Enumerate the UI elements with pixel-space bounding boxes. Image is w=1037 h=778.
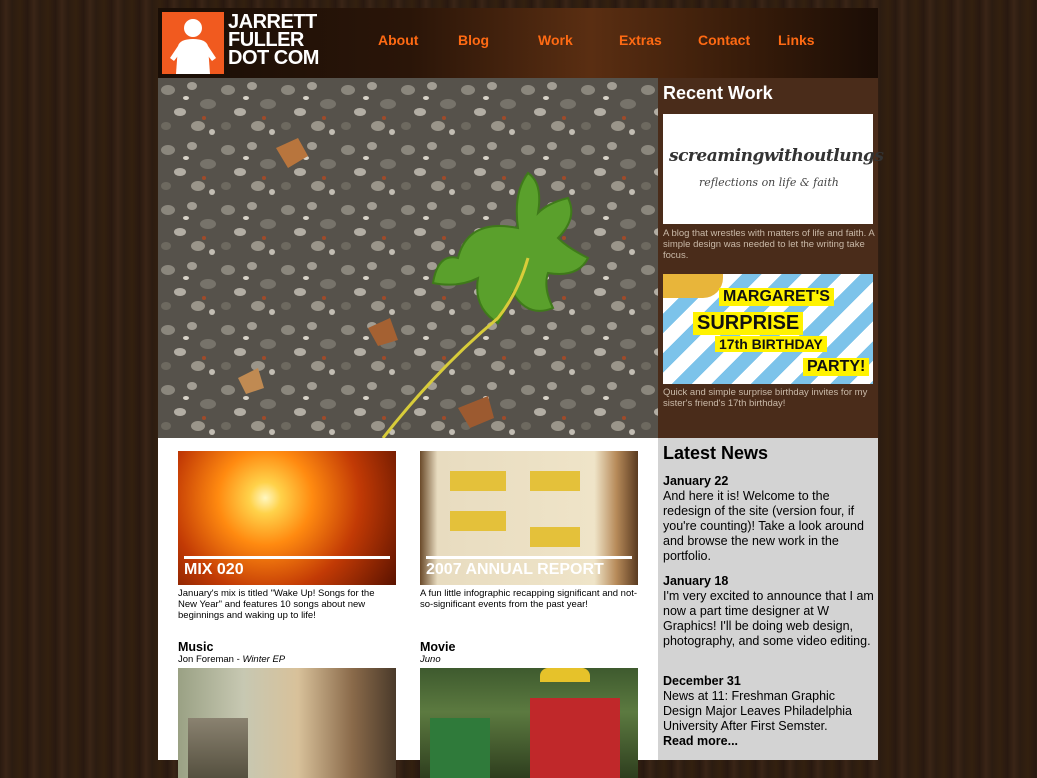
news-item: January 18 I'm very excited to announce … — [663, 574, 877, 649]
person-silhouette-icon — [170, 19, 216, 74]
birthday-line-3: 17th BIRTHDAY — [715, 336, 827, 352]
feature-annual-report-desc: A fun little infographic recapping signi… — [420, 588, 638, 610]
birthday-line-2: SURPRISE — [693, 312, 804, 335]
feature-mix-bar — [184, 556, 390, 559]
work-thumb-birthday[interactable]: MARGARET'S SURPRISE 17th BIRTHDAY PARTY! — [663, 274, 873, 384]
red-hoodie-graphic — [530, 698, 620, 778]
media-movie-heading: Movie — [420, 640, 456, 654]
work-desc-birthday: Quick and simple surprise birthday invit… — [663, 387, 868, 409]
logo-link[interactable] — [162, 12, 224, 74]
nav-blog[interactable]: Blog — [458, 32, 489, 48]
report-block-1 — [450, 471, 506, 491]
latest-news-panel: Latest News January 22 And here it is! W… — [658, 438, 878, 760]
news-date: January 22 — [663, 474, 729, 488]
news-date: January 18 — [663, 574, 729, 588]
report-block-4 — [530, 527, 580, 547]
logo-wordmark[interactable]: JARRETT FULLER DOT COM — [228, 12, 319, 69]
nav-contact[interactable]: Contact — [698, 32, 750, 48]
news-item: January 22 And here it is! Welcome to th… — [663, 474, 877, 564]
recent-work-heading: Recent Work — [663, 83, 773, 103]
feature-mix: MIX 020 January's mix is titled "Wake Up… — [178, 451, 396, 621]
feature-mix-thumb[interactable]: MIX 020 — [178, 451, 396, 585]
work-thumb-screaming-subtitle: reflections on life & faith — [699, 176, 839, 189]
news-text: I'm very excited to announce that I am n… — [663, 589, 874, 648]
feature-annual-report-thumb[interactable]: 2007 ANNUAL REPORT — [420, 451, 638, 585]
nav-about[interactable]: About — [378, 32, 418, 48]
feature-annual-report: 2007 ANNUAL REPORT A fun little infograp… — [420, 451, 638, 610]
site-header: JARRETT FULLER DOT COM About Blog Work E… — [158, 8, 878, 78]
birthday-line-4: PARTY! — [803, 358, 870, 376]
nav-links[interactable]: Links — [778, 32, 815, 48]
work-thumb-screaming-title: screamingwithoutlungs — [669, 146, 884, 166]
report-block-3 — [450, 511, 506, 531]
feature-annual-report-bar — [426, 556, 632, 559]
crown-graphic — [663, 274, 723, 298]
recent-work-panel: Recent Work screamingwithoutlungs reflec… — [658, 78, 884, 438]
media-music-byline: Jon Foreman - Winter EP — [178, 654, 396, 665]
media-music-work: Winter EP — [242, 654, 286, 665]
media-music-heading: Music — [178, 640, 214, 654]
feature-mix-desc: January's mix is titled "Wake Up! Songs … — [178, 588, 375, 621]
media-music-artist: Jon Foreman — [178, 654, 234, 665]
media-movie-thumb[interactable] — [420, 668, 638, 778]
media-music-thumb[interactable] — [178, 668, 396, 778]
news-item: December 31 News at 11: Freshman Graphic… — [663, 674, 877, 749]
feature-mix-title: MIX 020 — [184, 561, 244, 578]
birthday-line-1: MARGARET'S — [719, 288, 834, 306]
work-desc-screaming: A blog that wrestles with matters of lif… — [663, 228, 875, 261]
work-thumb-screaming[interactable]: screamingwithoutlungs reflections on lif… — [663, 114, 884, 224]
green-jacket-graphic — [430, 718, 490, 778]
latest-news-heading: Latest News — [663, 443, 769, 463]
news-text: News at 11: Freshman Graphic Design Majo… — [663, 689, 853, 733]
feature-annual-report-title: 2007 ANNUAL REPORT — [426, 561, 604, 578]
yellow-headband-graphic — [540, 668, 590, 682]
news-text: And here it is! Welcome to the redesign … — [663, 489, 864, 563]
media-movie: Movie Juno — [420, 640, 638, 778]
media-movie-byline: Juno — [420, 654, 638, 665]
report-block-2 — [530, 471, 580, 491]
media-movie-work: Juno — [420, 654, 441, 665]
news-date: December 31 — [663, 674, 741, 688]
nav-work[interactable]: Work — [538, 32, 573, 48]
railroad-graphic — [188, 718, 248, 778]
logo-line-3: DOT COM — [228, 47, 319, 69]
page-container: JARRETT FULLER DOT COM About Blog Work E… — [158, 8, 884, 778]
read-more-link[interactable]: Read more... — [663, 734, 738, 748]
media-music: Music Jon Foreman - Winter EP — [178, 640, 396, 778]
nav-extras[interactable]: Extras — [619, 32, 662, 48]
hero-image-leaf-on-asphalt — [158, 78, 658, 438]
